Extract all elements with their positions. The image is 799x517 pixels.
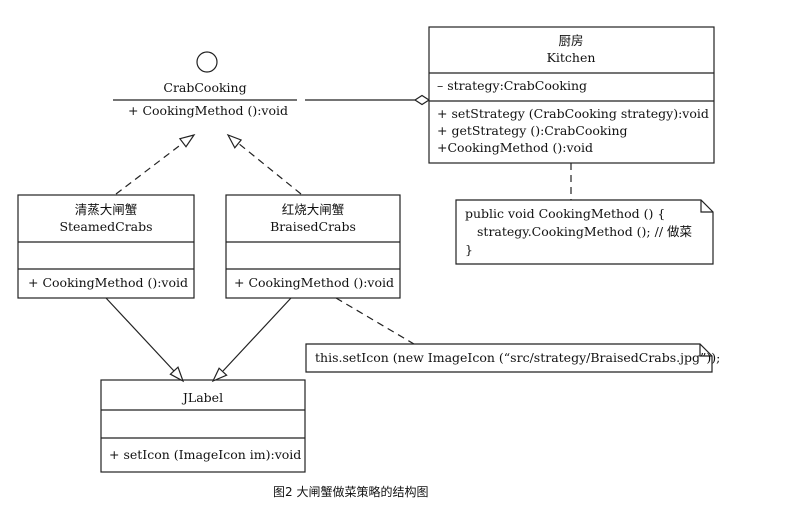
jlabel-method: + setIcon (ImageIcon im):void	[109, 447, 301, 462]
braised-title-en: BraisedCrabs	[270, 219, 356, 234]
interface-method: + CookingMethod ():void	[128, 103, 288, 118]
braised-method: + CookingMethod ():void	[234, 275, 394, 290]
realization-arrowhead-icon	[178, 134, 196, 148]
class-kitchen: 厨房 Kitchen – strategy:CrabCooking + setS…	[428, 26, 715, 164]
interface-crabcooking: CrabCooking + CookingMethod ():void	[113, 51, 297, 118]
note-kitchen-cookingmethod: public void CookingMethod () { strategy.…	[455, 199, 714, 265]
realization-steamed	[115, 134, 196, 195]
kitchen-method: + getStrategy ():CrabCooking	[437, 123, 628, 138]
interface-lollipop-icon	[196, 51, 218, 73]
kitchen-title-cn: 厨房	[558, 33, 583, 48]
strategy-pattern-class-diagram: CrabCooking + CookingMethod ():void 厨房 K…	[17, 26, 720, 499]
kitchen-method: + setStrategy (CrabCooking strategy):voi…	[437, 106, 709, 121]
braised-title-cn: 红烧大闸蟹	[282, 202, 345, 217]
steamed-method: + CookingMethod ():void	[28, 275, 188, 290]
generalization-line	[105, 297, 175, 372]
note-braised-seticon: this.setIcon (new ImageIcon (“src/strate…	[305, 343, 720, 373]
kitchen-method: +CookingMethod ():void	[437, 140, 593, 155]
aggregation-diamond-icon	[413, 94, 431, 106]
jlabel-name: JLabel	[181, 390, 223, 405]
realization-line	[237, 142, 302, 195]
note-line: }	[465, 242, 473, 257]
class-steamedcrabs: 清蒸大闸蟹 SteamedCrabs + CookingMethod ():vo…	[17, 194, 195, 299]
generalization-steamed	[105, 297, 185, 383]
class-jlabel: JLabel + setIcon (ImageIcon im):void	[100, 379, 306, 473]
steamed-title-cn: 清蒸大闸蟹	[75, 202, 138, 217]
interface-name: CrabCooking	[163, 80, 246, 95]
figure-caption: 图2 大闸蟹做菜策略的结构图	[273, 484, 428, 499]
braised-note-link	[335, 297, 415, 345]
kitchen-attribute: – strategy:CrabCooking	[437, 78, 587, 93]
note-line: strategy.CookingMethod (); // 做菜	[477, 224, 693, 239]
realization-arrowhead-icon	[226, 133, 243, 149]
kitchen-title-en: Kitchen	[547, 50, 596, 65]
generalization-line	[222, 297, 292, 372]
class-braisedcrabs: 红烧大闸蟹 BraisedCrabs + CookingMethod ():vo…	[225, 194, 401, 299]
steamed-title-en: SteamedCrabs	[59, 219, 152, 234]
generalization-braised	[211, 297, 292, 383]
note-line: public void CookingMethod () {	[465, 206, 665, 221]
realization-braised	[226, 133, 302, 195]
kitchen-aggregation	[305, 94, 431, 106]
note-line: this.setIcon (new ImageIcon (“src/strate…	[315, 350, 720, 365]
realization-line	[115, 142, 184, 195]
